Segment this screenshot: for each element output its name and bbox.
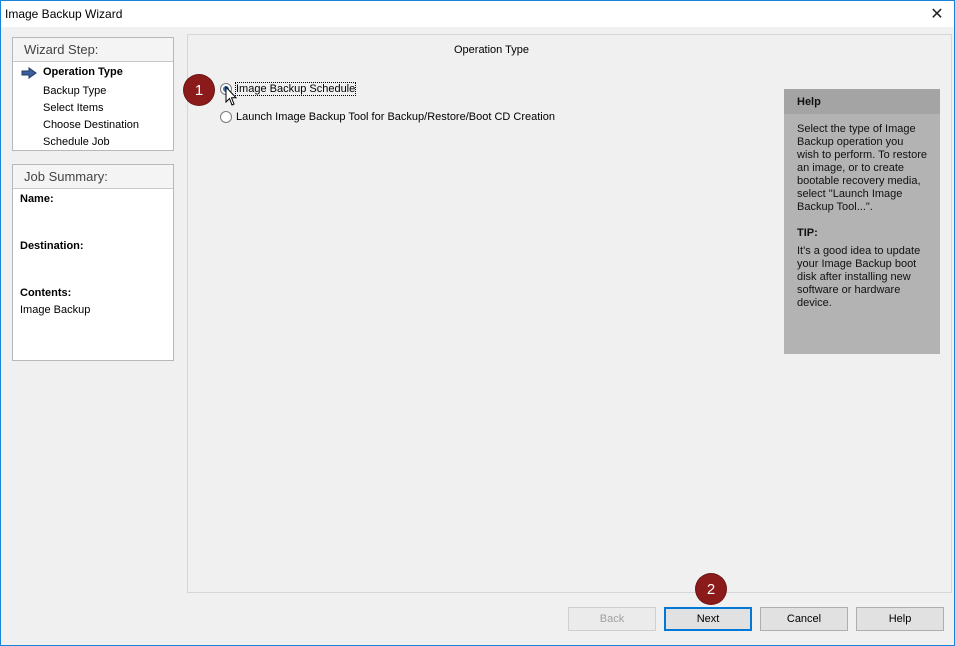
back-button[interactable]: Back (568, 607, 656, 631)
help-tip-text: It's a good idea to update your Image Ba… (797, 245, 921, 309)
step-badge-1: 1 (184, 75, 214, 105)
close-icon: ✕ (930, 6, 944, 23)
job-summary-panel: Job Summary: Name: Destination: Contents… (12, 164, 174, 361)
operation-type-page: Operation Type Image Backup Schedule Lau… (187, 34, 952, 593)
summary-name-label: Name: (20, 193, 54, 205)
step-backup-type: Backup Type (43, 85, 107, 97)
cancel-button[interactable]: Cancel (760, 607, 848, 631)
wizard-window: Image Backup Wizard ✕ Wizard Step: Opera… (0, 0, 955, 646)
close-button[interactable]: ✕ (920, 1, 954, 27)
radio-launch-image-backup-tool[interactable] (220, 111, 232, 123)
help-button[interactable]: Help (856, 607, 944, 631)
help-tip-label: TIP: (797, 227, 818, 239)
option-image-backup-schedule[interactable]: Image Backup Schedule (220, 82, 357, 96)
help-header: Help (784, 89, 940, 114)
help-panel: Help Select the type of Image Backup ope… (784, 89, 940, 354)
window-title: Image Backup Wizard (5, 7, 123, 21)
summary-contents-label: Contents: (20, 287, 72, 299)
option-label: Image Backup Schedule (234, 82, 357, 96)
step-badge-2: 2 (696, 574, 726, 604)
option-launch-image-backup-tool[interactable]: Launch Image Backup Tool for Backup/Rest… (220, 111, 555, 123)
current-step-arrow-icon (21, 67, 37, 79)
step-choose-destination: Choose Destination (43, 119, 140, 131)
next-button[interactable]: Next (664, 607, 752, 631)
job-summary-header: Job Summary: (13, 165, 173, 189)
page-title: Operation Type (453, 44, 529, 56)
help-description: Select the type of Image Backup operatio… (797, 123, 928, 213)
mouse-pointer-icon (225, 86, 238, 106)
step-select-items: Select Items (43, 102, 104, 114)
wizard-step-panel: Wizard Step: Operation Type Backup Type … (12, 37, 174, 151)
title-bar: Image Backup Wizard ✕ (1, 1, 954, 27)
wizard-step-header: Wizard Step: (13, 38, 173, 62)
summary-contents-value: Image Backup (20, 304, 91, 316)
step-schedule-job: Schedule Job (43, 136, 110, 148)
step-operation-type: Operation Type (43, 66, 123, 78)
summary-destination-label: Destination: (20, 240, 84, 252)
option-label: Launch Image Backup Tool for Backup/Rest… (236, 111, 555, 123)
